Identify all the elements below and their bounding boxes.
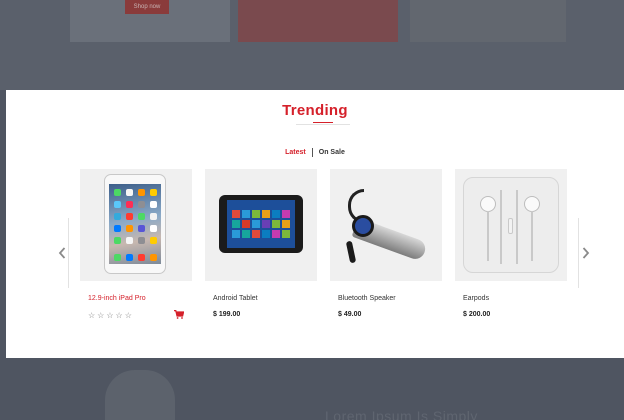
product-image-earpods[interactable] [455,169,567,281]
product-image-ipad[interactable] [80,169,192,281]
product-card[interactable]: Bluetooth Speaker $ 49.00 [330,169,442,318]
chevron-right-icon [582,247,589,259]
star-icon: ☆ [124,311,132,320]
product-price: $ 49.00 [338,311,362,318]
trending-modal: Trending Latest On Sale 12.9-inch iPad P… [6,90,624,358]
product-price: $ 200.00 [463,311,491,318]
carousel-next-button[interactable] [578,218,592,288]
background-phone-image [105,370,175,420]
ipad-illustration [104,174,166,274]
product-name[interactable]: Android Tablet [213,295,258,302]
product-price: $ 199.00 [213,311,241,318]
rating-stars: ☆ ☆ ☆ ☆ ☆ [88,311,132,320]
background-keyboard-tile-image [410,0,566,42]
product-card[interactable]: Earpods $ 200.00 [455,169,567,318]
earpods-illustration [463,177,559,273]
title-divider [296,124,350,125]
product-card[interactable]: Android Tablet $ 199.00 [205,169,317,318]
tablet-illustration [219,195,303,253]
background-heading: Lorem Ipsum Is Simply [325,408,478,420]
star-icon: ☆ [88,311,96,320]
carousel-prev-button[interactable] [55,218,69,288]
star-icon: ☆ [97,311,105,320]
chevron-left-icon [58,247,65,259]
background-tablet-image [238,0,398,42]
product-name[interactable]: Earpods [463,295,489,302]
product-card[interactable]: 12.9-inch iPad Pro ☆ ☆ ☆ ☆ ☆ [80,169,192,320]
product-name[interactable]: 12.9-inch iPad Pro [88,295,146,302]
title-accent-underline [313,122,333,123]
background-page-bottom [0,358,624,420]
product-tabs: Latest On Sale [6,148,624,157]
star-icon: ☆ [115,311,123,320]
product-name[interactable]: Bluetooth Speaker [338,295,396,302]
star-icon: ☆ [106,311,114,320]
product-image-bluetooth-speaker[interactable] [330,169,442,281]
tab-latest[interactable]: Latest [279,149,312,156]
product-image-android-tablet[interactable] [205,169,317,281]
tab-on-sale[interactable]: On Sale [313,149,351,156]
background-shop-button: Shop now [125,0,169,14]
add-to-cart-icon[interactable] [174,310,184,319]
section-title: Trending [282,102,348,119]
